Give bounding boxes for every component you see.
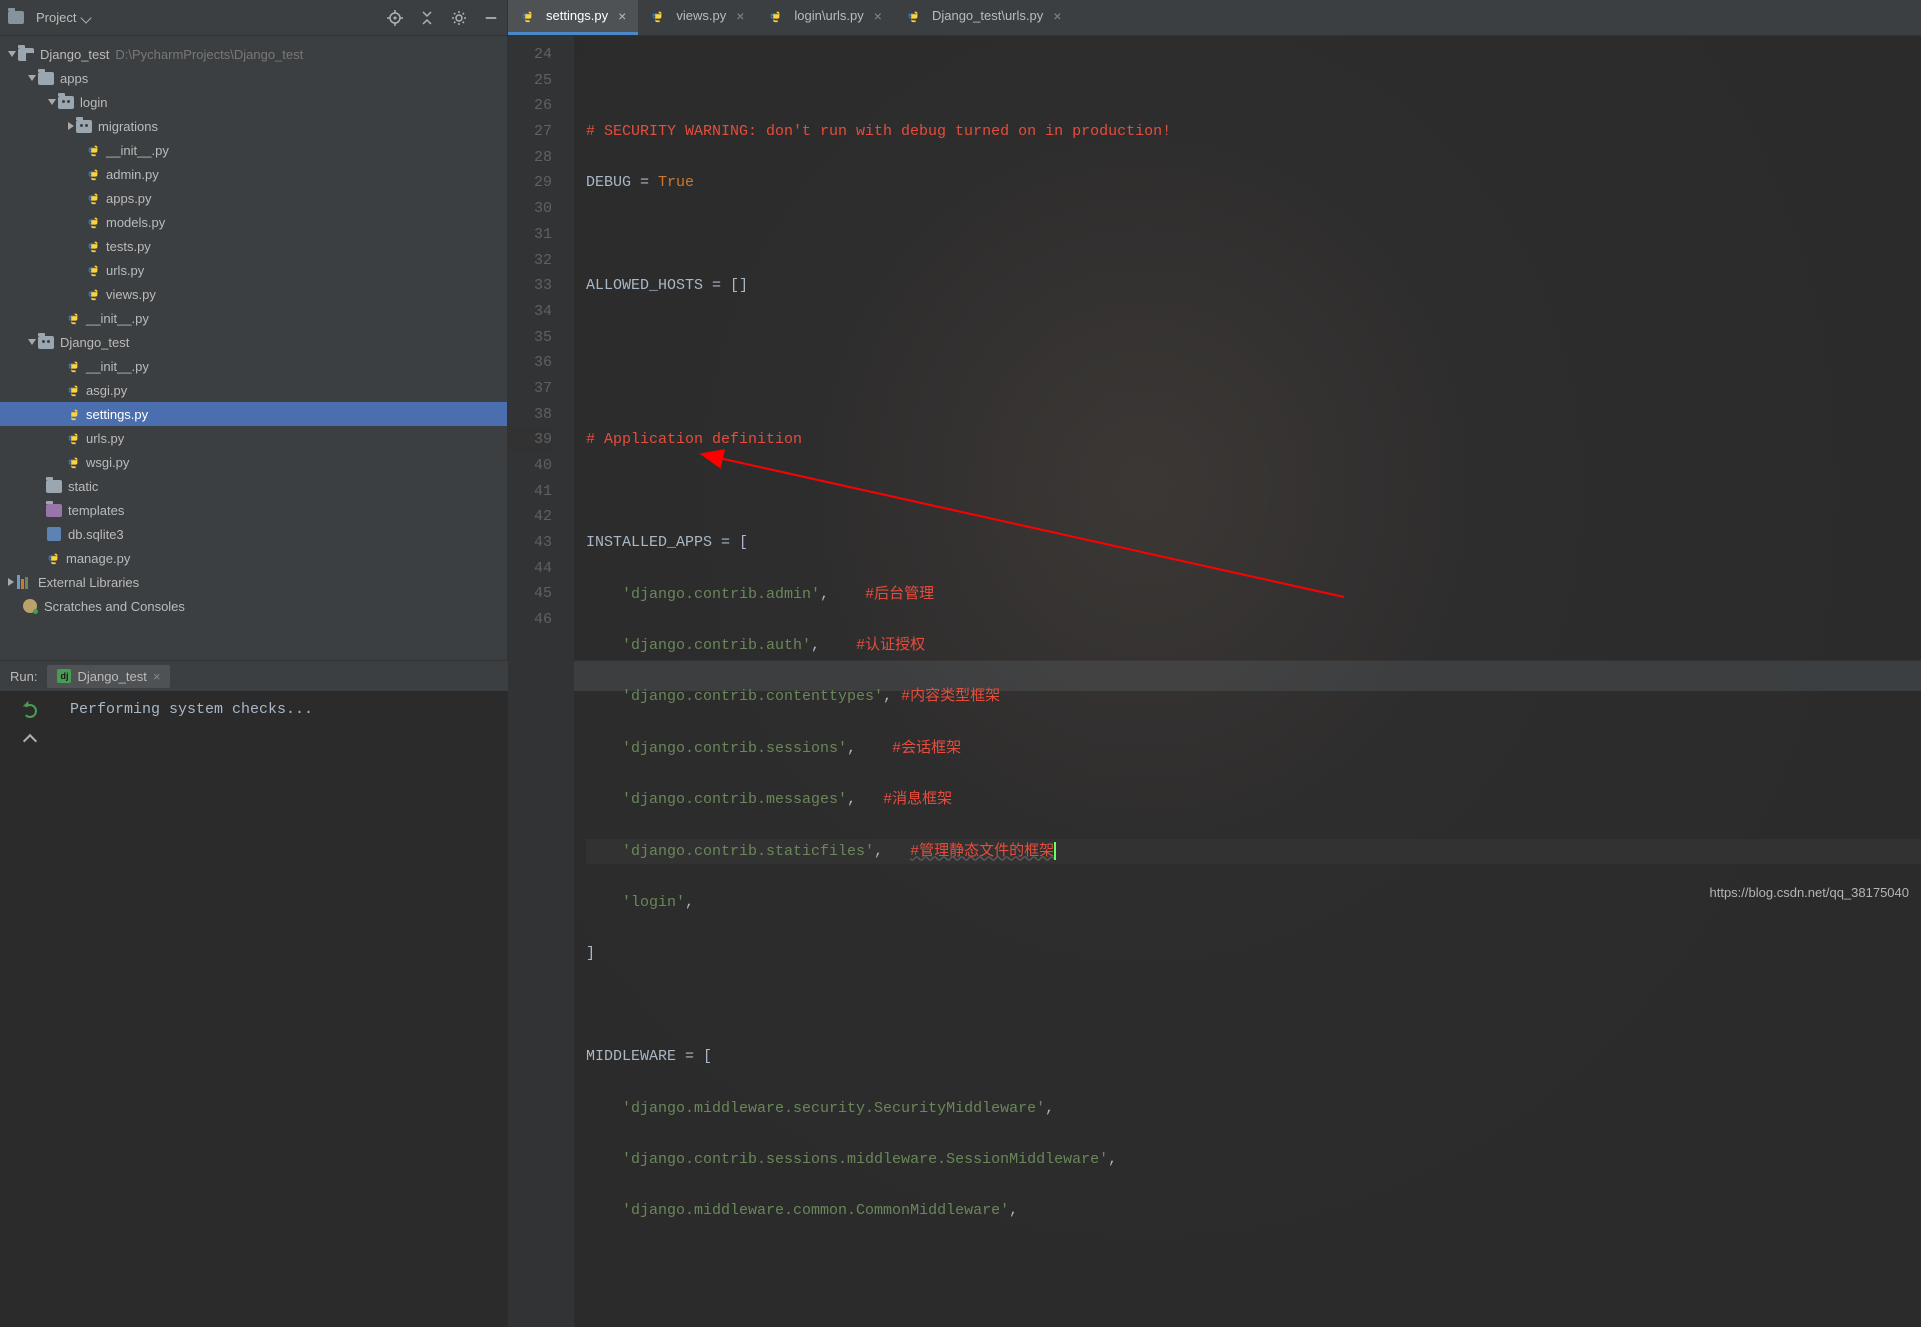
editor-tab-bar: settings.py × views.py × login\urls.py ×… [508,0,1921,36]
tree-folder-django-test[interactable]: Django_test [0,330,507,354]
tree-file-apps[interactable]: apps.py [0,186,507,210]
python-file-icon [906,9,920,23]
tab-django-urls[interactable]: Django_test\urls.py × [894,0,1073,35]
up-button[interactable] [22,733,38,749]
tab-label: settings.py [546,8,608,23]
tree-file-admin[interactable]: admin.py [0,162,507,186]
close-icon[interactable]: × [736,8,744,24]
run-tab[interactable]: dj Django_test × [47,665,170,688]
gear-icon[interactable] [451,10,467,26]
tree-scratches[interactable]: Scratches and Consoles [0,594,507,618]
tree-folder-migrations[interactable]: migrations [0,114,507,138]
watermark-text: https://blog.csdn.net/qq_38175040 [1710,885,1910,900]
tree-root[interactable]: Django_testD:\PycharmProjects\Django_tes… [0,42,507,66]
tree-file-urls[interactable]: urls.py [0,258,507,282]
tree-external-libraries[interactable]: External Libraries [0,570,507,594]
tree-file-db[interactable]: db.sqlite3 [0,522,507,546]
close-icon[interactable]: × [153,669,161,684]
tree-file-manage[interactable]: manage.py [0,546,507,570]
tree-file-init3[interactable]: __init__.py [0,354,507,378]
run-label: Run: [10,669,37,684]
close-icon[interactable]: × [874,8,882,24]
close-icon[interactable]: × [618,8,626,24]
collapse-icon[interactable] [483,10,499,26]
folder-icon [8,11,24,24]
django-icon: dj [57,669,71,683]
tree-folder-apps[interactable]: apps [0,66,507,90]
expand-all-icon[interactable] [419,10,435,26]
tab-label: login\urls.py [794,8,863,23]
project-panel: Project Django_testD:\PycharmProjects\Dj… [0,0,508,660]
tree-file-urls2[interactable]: urls.py [0,426,507,450]
tab-label: views.py [676,8,726,23]
close-icon[interactable]: × [1053,8,1061,24]
tab-settings[interactable]: settings.py × [508,0,638,35]
tree-file-wsgi[interactable]: wsgi.py [0,450,507,474]
tree-file-init2[interactable]: __init__.py [0,306,507,330]
python-file-icon [520,9,534,23]
tree-file-tests[interactable]: tests.py [0,234,507,258]
editor-code[interactable]: # SECURITY WARNING: don't run with debug… [574,36,1921,1327]
run-tab-label: Django_test [77,669,146,684]
run-toolbar [0,691,60,860]
project-panel-header: Project [0,0,507,36]
tab-views[interactable]: views.py × [638,0,756,35]
tree-file-settings[interactable]: settings.py [0,402,507,426]
rerun-button[interactable] [22,703,38,719]
tree-file-models[interactable]: models.py [0,210,507,234]
editor-panel: settings.py × views.py × login\urls.py ×… [508,0,1921,660]
python-file-icon [650,9,664,23]
editor-gutter: 2425262728293031323334353637383940414243… [508,36,574,1327]
project-tree[interactable]: Django_testD:\PycharmProjects\Django_tes… [0,36,507,660]
project-title: Project [36,10,76,25]
tree-folder-login[interactable]: login [0,90,507,114]
tree-folder-templates[interactable]: templates [0,498,507,522]
chevron-down-icon[interactable] [81,12,92,23]
tree-file-init[interactable]: __init__.py [0,138,507,162]
tree-file-views[interactable]: views.py [0,282,507,306]
tab-login-urls[interactable]: login\urls.py × [756,0,894,35]
editor-body[interactable]: 2425262728293031323334353637383940414243… [508,36,1921,1327]
python-file-icon [768,9,782,23]
tree-folder-static[interactable]: static [0,474,507,498]
tab-label: Django_test\urls.py [932,8,1043,23]
tree-file-asgi[interactable]: asgi.py [0,378,507,402]
locate-icon[interactable] [387,10,403,26]
